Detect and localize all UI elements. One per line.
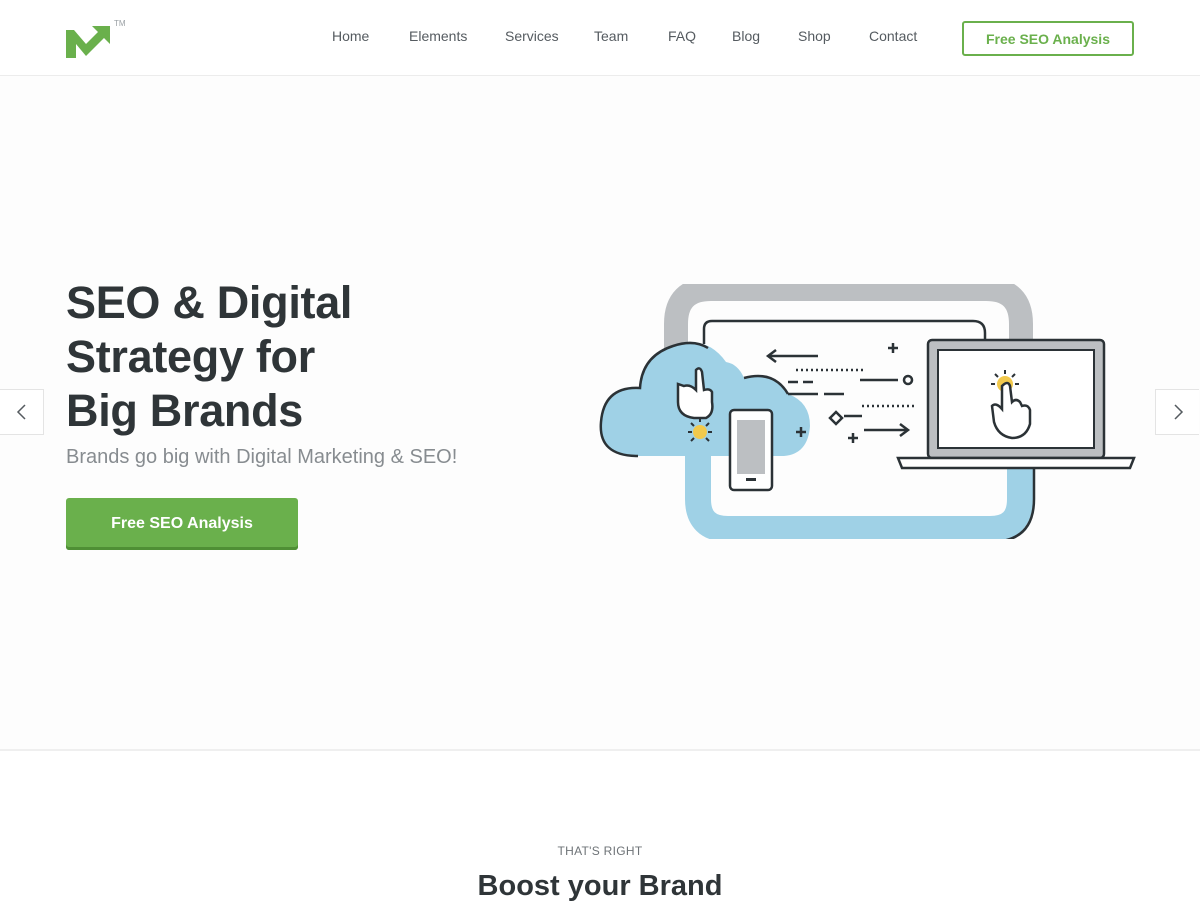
chevron-left-icon xyxy=(16,404,26,420)
cloud-devices-illustration xyxy=(599,277,1136,544)
hero-free-seo-button[interactable]: Free SEO Analysis xyxy=(66,498,298,550)
nav-item-services[interactable]: Services xyxy=(505,28,559,44)
section-eyebrow: THAT'S RIGHT xyxy=(557,844,643,858)
nav-item-team[interactable]: Team xyxy=(594,28,628,44)
nav-item-contact[interactable]: Contact xyxy=(869,28,917,44)
nav-item-blog[interactable]: Blog xyxy=(732,28,760,44)
hero-title-line: Strategy for xyxy=(66,331,315,382)
hero-slider: SEO & Digital Strategy for Big Brands Br… xyxy=(0,76,1200,751)
hero-subtitle: Brands go big with Digital Marketing & S… xyxy=(66,446,458,468)
chevron-right-icon xyxy=(1173,404,1183,420)
brand-logo[interactable]: TM xyxy=(64,18,128,62)
hero-title: SEO & Digital Strategy for Big Brands xyxy=(66,276,546,438)
logo-mark-icon: TM xyxy=(66,19,126,58)
trademark-label: TM xyxy=(114,19,126,28)
section-title: Boost your Brand xyxy=(477,870,723,902)
nav-item-home[interactable]: Home xyxy=(332,28,369,44)
header-free-seo-button[interactable]: Free SEO Analysis xyxy=(962,21,1134,56)
hero-illustration xyxy=(598,277,1138,544)
nav-item-faq[interactable]: FAQ xyxy=(668,28,696,44)
nav-item-elements[interactable]: Elements xyxy=(409,28,467,44)
hero-title-line: Big Brands xyxy=(66,385,304,436)
slider-prev-button[interactable] xyxy=(0,389,44,435)
site-header: TM Home Elements Services Team FAQ Blog … xyxy=(0,0,1200,76)
nav-item-shop[interactable]: Shop xyxy=(798,28,831,44)
slider-next-button[interactable] xyxy=(1155,389,1199,435)
hero-title-line: SEO & Digital xyxy=(66,277,353,328)
